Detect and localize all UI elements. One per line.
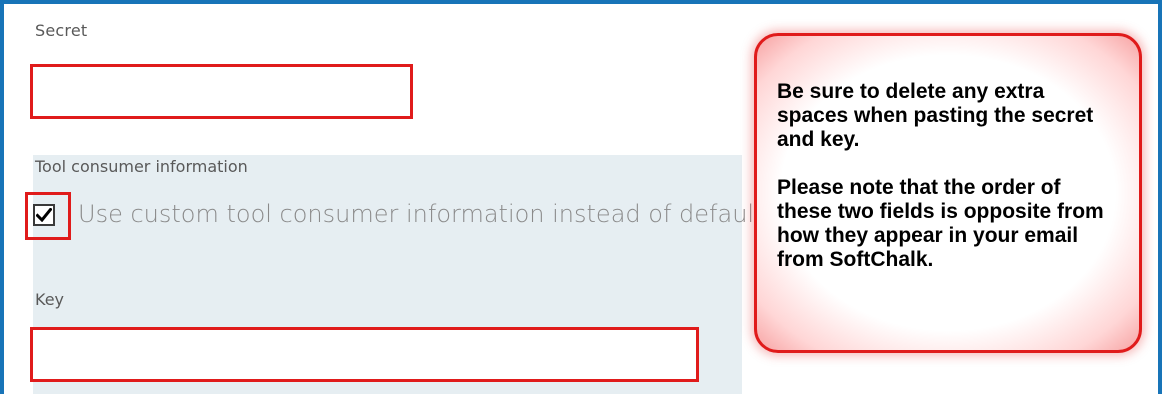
callout-paragraph-spaces: Be sure to delete any extra spaces when … — [777, 80, 1094, 151]
secret-label: Secret — [35, 21, 88, 40]
custom-info-checkbox[interactable] — [33, 204, 55, 226]
instruction-callout: Be sure to delete any extra spaces when … — [754, 33, 1142, 353]
callout-text: Be sure to delete any extra spaces when … — [777, 80, 1107, 272]
key-label: Key — [35, 290, 65, 309]
secret-input[interactable] — [30, 64, 413, 119]
checkmark-icon — [36, 208, 52, 222]
callout-paragraph-order: Please note that the order of these two … — [777, 176, 1104, 271]
key-input[interactable] — [30, 327, 699, 382]
custom-info-checkbox-label[interactable]: Use custom tool consumer information ins… — [78, 200, 763, 228]
tool-consumer-section-label: Tool consumer information — [35, 157, 248, 176]
